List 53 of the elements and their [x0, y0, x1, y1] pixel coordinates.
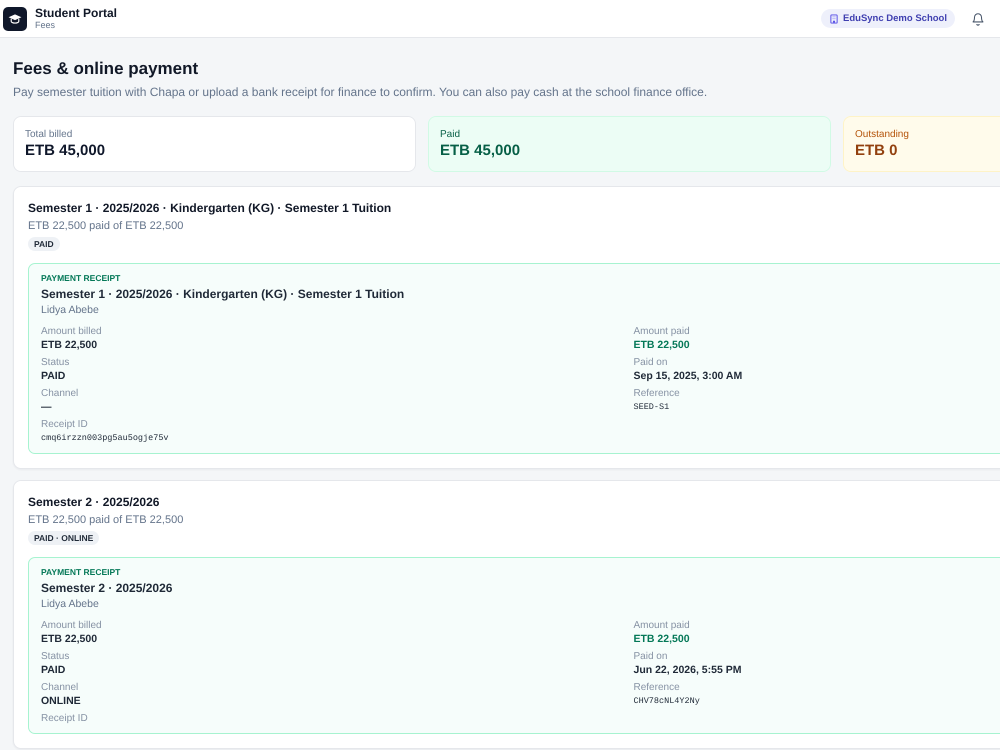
field-label: Status [41, 651, 70, 663]
status-badge: PAID [28, 237, 60, 251]
field-label: Receipt ID [41, 419, 89, 431]
section-label: Fees [35, 20, 56, 31]
student-name: Lidya Abebe [41, 303, 100, 317]
summary-label: Paid [440, 128, 462, 141]
field-label: Channel [41, 682, 80, 694]
field-value: PAID [41, 663, 66, 677]
field-value: Jun 22, 2026, 5:55 PM [634, 663, 742, 677]
semester-title: Semester 1 · 2025/2026 · Kindergarten (KG) · Semester 1 Tuition [28, 201, 392, 216]
field-value: — [41, 400, 52, 414]
field-label: Paid on [634, 651, 668, 663]
paid-amount-text: ETB 22,500 paid of ETB 22,500 [28, 513, 184, 527]
summary-value: ETB 45,000 [25, 141, 106, 160]
field-label: Status [41, 357, 70, 369]
student-name: Lidya Abebe [41, 597, 100, 611]
status-badge: PAID · ONLINE [28, 531, 100, 545]
field-value: CHV78cNL4Y2Ny [634, 695, 701, 708]
page-description: Pay semester tuition with Chapa or upload a bank receipt for finance to confirm. You can also pay cash at the school finance office. [13, 84, 708, 100]
page-title: Fees & online payment [13, 59, 200, 79]
bell-icon [971, 12, 985, 26]
field-value: cmq6irzzn003pg5au5ogje75v [41, 432, 170, 445]
field-label: Reference [634, 388, 681, 400]
field-label: Amount billed [41, 620, 103, 632]
receipt-heading: PAYMENT RECEIPT [41, 567, 122, 578]
summary-label: Total billed [25, 128, 74, 141]
building-icon [829, 14, 839, 24]
field-label: Amount paid [634, 326, 691, 338]
graduation-cap-icon [3, 6, 27, 30]
summary-value: ETB 0 [855, 141, 899, 160]
field-value: ONLINE [41, 694, 82, 708]
field-label: Receipt ID [41, 713, 89, 725]
semester-title: Semester 2 · 2025/2026 [28, 495, 160, 510]
paid-amount-text: ETB 22,500 paid of ETB 22,500 [28, 219, 184, 233]
field-label: Amount paid [634, 620, 691, 632]
summary-label: Outstanding [855, 128, 910, 141]
summary-value: ETB 45,000 [440, 141, 522, 160]
field-value: ETB 22,500 [634, 632, 691, 646]
field-value: ETB 22,500 [634, 338, 691, 352]
field-value: ETB 22,500 [41, 338, 98, 352]
field-label: Amount billed [41, 326, 103, 338]
field-label: Reference [634, 682, 681, 694]
school-name: EduSync Demo School [843, 13, 947, 24]
field-value: Sep 15, 2025, 3:00 AM [634, 369, 744, 383]
receipt-title: Semester 1 · 2025/2026 · Kindergarten (KG) · Semester 1 Tuition [41, 287, 406, 302]
receipt-heading: PAYMENT RECEIPT [41, 273, 122, 284]
field-value: ETB 22,500 [41, 632, 98, 646]
receipt-title: Semester 2 · 2025/2026 [41, 581, 174, 596]
field-value: PAID [41, 369, 66, 383]
field-label: Channel [41, 388, 80, 400]
field-label: Paid on [634, 357, 668, 369]
app-title: Student Portal [35, 6, 118, 20]
field-value: SEED-S1 [634, 401, 670, 414]
